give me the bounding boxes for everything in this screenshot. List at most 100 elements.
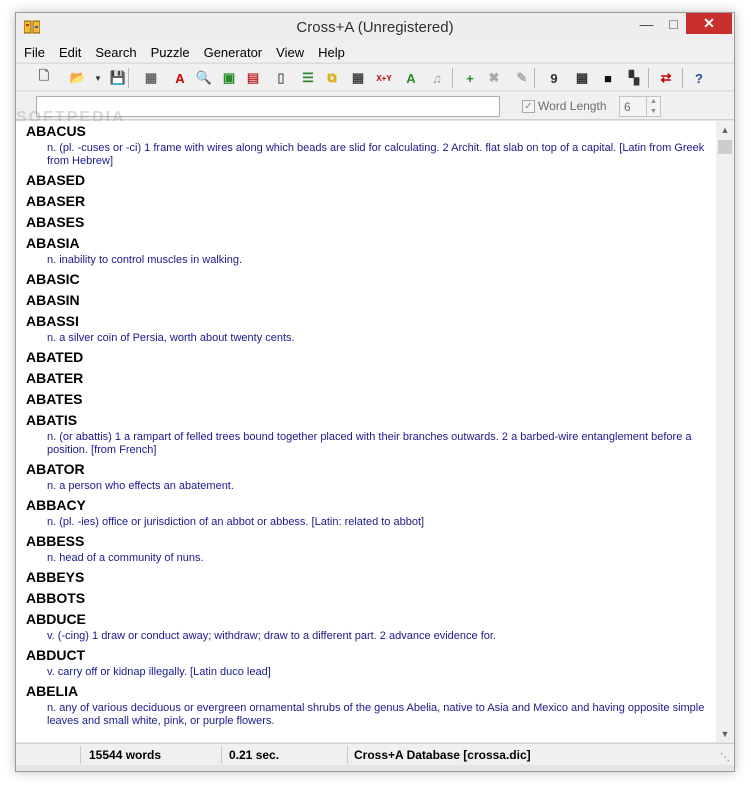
status-word-count: 15544 words — [89, 748, 162, 762]
status-divider — [347, 746, 348, 764]
list-item[interactable]: ABBACY n. (pl. -ies) office or jurisdicti… — [16, 495, 716, 529]
list-item[interactable]: ABASSI n. a silver coin of Persia, worth … — [16, 311, 716, 345]
grid-9-icon[interactable]: 9 — [544, 68, 564, 88]
entry-word: ABATER — [26, 370, 84, 386]
grid-checker-icon[interactable]: ▚ — [624, 68, 644, 88]
entry-definition: v. (-cing) 1 draw or conduct away; withd… — [47, 630, 496, 642]
entry-word: ABASIC — [26, 271, 80, 287]
list-item[interactable]: ABASER — [16, 191, 716, 212]
entry-definition: v. carry off or kidnap illegally. [Latin… — [47, 666, 271, 678]
list-item[interactable]: ABASED — [16, 170, 716, 191]
entry-word: ABASER — [26, 193, 86, 209]
translate-icon[interactable]: ⇄ — [656, 68, 676, 88]
menu-file[interactable]: File — [24, 45, 45, 60]
entry-word: ABATED — [26, 349, 84, 365]
help-icon[interactable]: ? — [689, 68, 709, 88]
menu-edit[interactable]: Edit — [59, 45, 81, 60]
list-item[interactable]: ABASIA n. inability to control muscles in… — [16, 233, 716, 267]
menu-bar: File Edit Search Puzzle Generator View Help — [16, 43, 734, 62]
entry-word: ABBACY — [26, 497, 86, 513]
list-item[interactable]: ABDUCE v. (-cing) 1 draw or conduct away;… — [16, 609, 716, 643]
status-divider — [80, 746, 81, 764]
links-icon[interactable]: ⧉ — [322, 68, 342, 88]
new-icon[interactable]: 🗋 — [34, 68, 54, 88]
spin-down-icon[interactable]: ▼ — [650, 108, 657, 115]
list-item[interactable]: ABATIS n. (or abattis) 1 a rampart of fel… — [16, 410, 716, 457]
toolbar-separator — [452, 68, 453, 88]
grid-icon[interactable]: ▦ — [141, 68, 161, 88]
find-icon[interactable]: 🔍 — [194, 68, 214, 88]
fill-icon[interactable]: ▣ — [219, 68, 239, 88]
grid-dense-icon[interactable]: ▦ — [572, 68, 592, 88]
list-item[interactable]: ABELIA n. any of various deciduous or eve… — [16, 681, 716, 728]
entry-word: ABBOTS — [26, 590, 86, 606]
menu-puzzle[interactable]: Puzzle — [151, 45, 190, 60]
list-item[interactable]: ABASIN — [16, 290, 716, 311]
maximize-button[interactable]: □ — [660, 13, 687, 34]
toolbar-separator — [682, 68, 683, 88]
open-dropdown-icon[interactable]: ▼ — [88, 68, 108, 88]
resize-grip-icon[interactable]: ⋱ — [720, 752, 730, 763]
list-item[interactable]: ABATED — [16, 347, 716, 368]
status-bar: 15544 words 0.21 sec. Cross+A Database [… — [16, 743, 734, 765]
toolbar-separator — [534, 68, 535, 88]
list-item[interactable]: ABBESS n. head of a community of nuns. — [16, 531, 716, 565]
rows-icon[interactable]: ☰ — [298, 68, 318, 88]
entry-definition: n. (or abattis) 1 a rampart of felled tr… — [47, 431, 692, 456]
edit-icon[interactable]: ✎ — [512, 68, 532, 88]
title-bar[interactable]: Cross+A (Unregistered) — □ ✕ — [16, 13, 734, 43]
entry-definition: n. inability to control muscles in walki… — [47, 254, 243, 266]
scroll-down-icon[interactable]: ▼ — [716, 725, 734, 742]
entry-word: ABBESS — [26, 533, 85, 549]
entry-word: ABASIN — [26, 292, 80, 308]
app-window: Cross+A (Unregistered) — □ ✕ File Edit Sea… — [15, 12, 735, 772]
clipboard-icon[interactable]: ▯ — [271, 68, 291, 88]
vertical-scrollbar[interactable]: ▲ ▼ — [716, 121, 734, 742]
matrix-icon[interactable]: ▦ — [348, 68, 368, 88]
menu-generator[interactable]: Generator — [204, 45, 263, 60]
minimize-button[interactable]: — — [633, 13, 660, 34]
save-icon[interactable]: 💾 — [108, 68, 128, 88]
list-item[interactable]: ABASIC — [16, 269, 716, 290]
word-length-spinner-arrows[interactable]: ▲ ▼ — [646, 96, 660, 117]
menu-help[interactable]: Help — [318, 45, 345, 60]
scroll-thumb[interactable] — [718, 140, 732, 154]
close-button[interactable]: ✕ — [686, 13, 732, 34]
entry-word: ABDUCT — [26, 647, 86, 663]
status-divider — [221, 746, 222, 764]
xy-icon[interactable]: X+Y — [374, 68, 394, 88]
check-icon[interactable]: ♫ — [427, 68, 447, 88]
list-item[interactable]: ABBEYS — [16, 567, 716, 588]
list-item[interactable]: ABACUS n. (pl. -cuses or -ci) 1 frame wit… — [16, 121, 716, 168]
list-item[interactable]: ABASES — [16, 212, 716, 233]
entry-word: ABBEYS — [26, 569, 85, 585]
add-icon[interactable]: + — [460, 68, 480, 88]
ab-icon[interactable]: A — [401, 68, 421, 88]
list-item[interactable]: ABDUCT v. carry off or kidnap illegally. … — [16, 645, 716, 679]
spin-up-icon[interactable]: ▲ — [650, 98, 657, 105]
fill-color-icon[interactable]: ▤ — [243, 68, 263, 88]
window-title: Cross+A (Unregistered) — [296, 19, 454, 36]
scroll-up-icon[interactable]: ▲ — [716, 121, 734, 138]
word-length-checkbox[interactable]: ✓ — [522, 100, 535, 113]
entry-word: ABASED — [26, 172, 86, 188]
list-item[interactable]: ABATOR n. a person who effects an abateme… — [16, 459, 716, 493]
menu-view[interactable]: View — [276, 45, 304, 60]
entry-word: ABATOR — [26, 461, 85, 477]
list-item[interactable]: ABBOTS — [16, 588, 716, 609]
toolbar-separator — [648, 68, 649, 88]
font-icon[interactable]: A — [170, 68, 190, 88]
entry-definition: n. a silver coin of Persia, worth about … — [47, 332, 295, 344]
list-item[interactable]: ABATER — [16, 368, 716, 389]
entry-definition: n. (pl. -cuses or -ci) 1 frame with wire… — [47, 142, 705, 167]
entry-word: ABACUS — [26, 123, 86, 139]
open-icon[interactable]: 📂 — [68, 68, 88, 88]
menu-search[interactable]: Search — [95, 45, 136, 60]
word-length-label: Word Length — [538, 99, 607, 113]
entry-definition: n. (pl. -ies) office or jurisdiction of … — [47, 516, 425, 528]
delete-icon[interactable]: ✖ — [484, 68, 504, 88]
list-item[interactable]: ABATES — [16, 389, 716, 410]
grid-black-icon[interactable]: ■ — [598, 68, 618, 88]
entry-definition: n. any of various deciduous or evergreen… — [47, 702, 705, 727]
word-list[interactable]: ABACUS n. (pl. -cuses or -ci) 1 frame wit… — [16, 121, 716, 742]
